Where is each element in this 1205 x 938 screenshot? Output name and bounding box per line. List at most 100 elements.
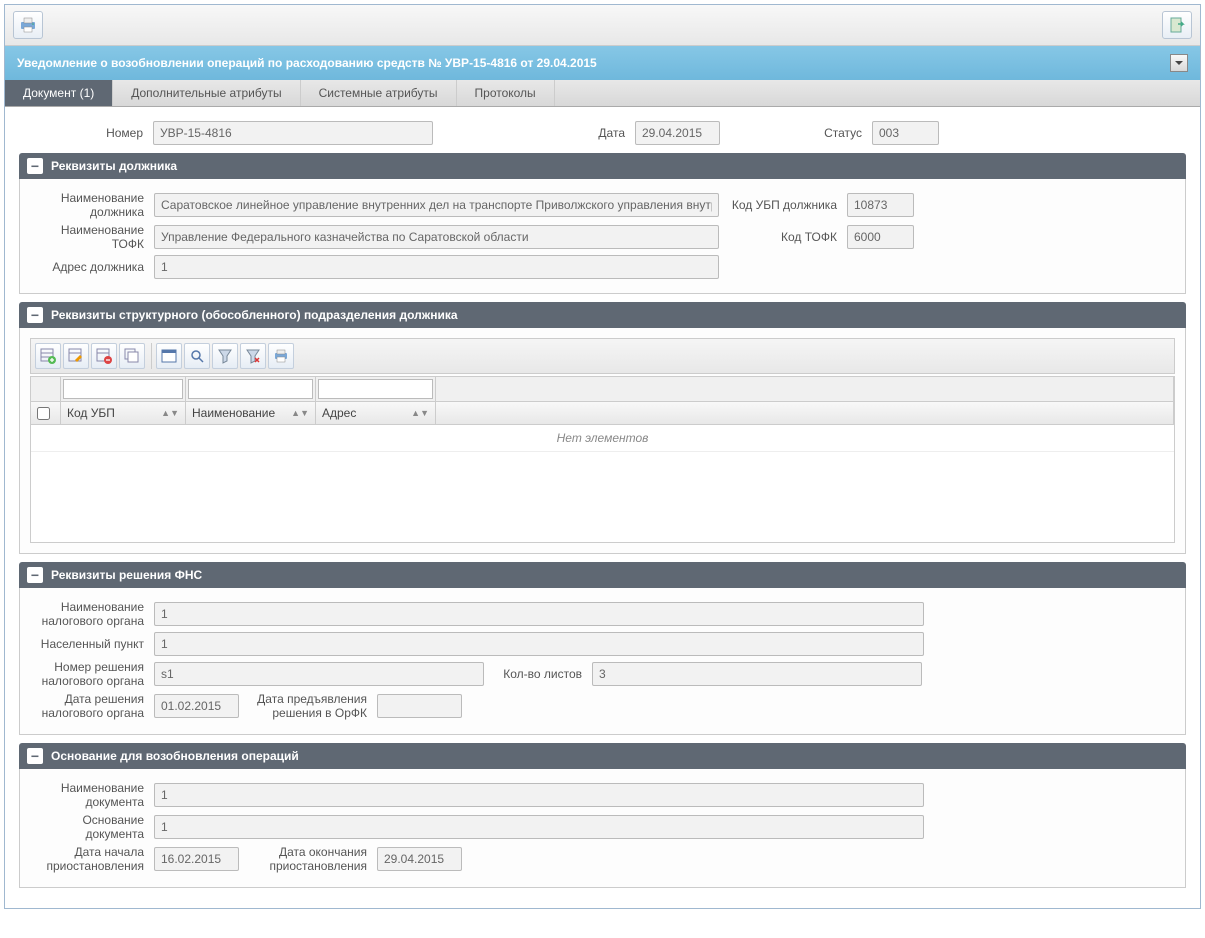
number-label: Номер	[19, 126, 149, 140]
basis-start-date-label: Дата начала приостановления	[30, 845, 150, 873]
filter-addr-input[interactable]	[318, 379, 433, 399]
date-label: Дата	[591, 126, 631, 140]
fns-org-name-field[interactable]	[154, 602, 924, 626]
basis-end-date-field[interactable]	[377, 847, 462, 871]
tab-bar: Документ (1) Дополнительные атрибуты Сис…	[5, 80, 1200, 107]
funnel-clear-icon	[245, 348, 261, 364]
basis-doc-basis-field[interactable]	[154, 815, 924, 839]
section-fns-header: − Реквизиты решения ФНС	[19, 562, 1186, 588]
fns-org-name-label: Наименование налогового органа	[30, 600, 150, 628]
fns-decision-num-field[interactable]	[154, 662, 484, 686]
grid-filter-button[interactable]	[212, 343, 238, 369]
collapse-basis-button[interactable]: −	[27, 748, 43, 764]
debtor-ubp-code-field[interactable]	[847, 193, 914, 217]
grid-add-button[interactable]	[35, 343, 61, 369]
grid-col-name[interactable]: Наименование▲▼	[186, 402, 316, 424]
section-fns-title: Реквизиты решения ФНС	[51, 568, 202, 582]
tofk-name-field[interactable]	[154, 225, 719, 249]
fns-submit-date-label: Дата предъявления решения в ОрФК	[243, 692, 373, 720]
printer-small-icon	[273, 349, 289, 363]
tofk-name-label: Наименование ТОФК	[30, 223, 150, 251]
grid-toolbar	[30, 338, 1175, 374]
filter-name-input[interactable]	[188, 379, 313, 399]
export-button[interactable]	[1162, 11, 1192, 39]
fns-locality-label: Населенный пункт	[30, 637, 150, 651]
basis-start-date-field[interactable]	[154, 847, 239, 871]
section-basis-header: − Основание для возобновления операций	[19, 743, 1186, 769]
content-area: Номер Дата Статус − Реквизиты должника Н…	[5, 107, 1200, 908]
window-title: Уведомление о возобновлении операций по …	[17, 56, 597, 70]
section-basis-title: Основание для возобновления операций	[51, 749, 299, 763]
grid-calendar-button[interactable]	[156, 343, 182, 369]
tab-document[interactable]: Документ (1)	[5, 80, 113, 106]
tofk-code-label: Код ТОФК	[723, 230, 843, 244]
fns-locality-field[interactable]	[154, 632, 924, 656]
chevron-down-icon	[1175, 61, 1183, 66]
section-debtor-title: Реквизиты должника	[51, 159, 177, 173]
grid-col-ubp[interactable]: Код УБП▲▼	[61, 402, 186, 424]
number-field[interactable]	[153, 121, 433, 145]
funnel-icon	[217, 348, 233, 364]
fns-sheets-label: Кол-во листов	[488, 667, 588, 681]
debtor-address-field[interactable]	[154, 255, 719, 279]
section-fns-body: Наименование налогового органа Населенны…	[19, 588, 1186, 735]
debtor-address-label: Адрес должника	[30, 260, 150, 274]
fns-submit-date-field[interactable]	[377, 694, 462, 718]
table-delete-icon	[96, 348, 112, 364]
grid-search-button[interactable]	[184, 343, 210, 369]
basis-doc-name-field[interactable]	[154, 783, 924, 807]
fns-decision-num-label: Номер решения налогового органа	[30, 660, 150, 688]
tofk-code-field[interactable]	[847, 225, 914, 249]
basis-doc-basis-label: Основание документа	[30, 813, 150, 841]
grid-body	[31, 452, 1174, 542]
grid-select-all-checkbox[interactable]	[37, 407, 50, 420]
top-toolbar	[5, 5, 1200, 46]
collapse-debtor-button[interactable]: −	[27, 158, 43, 174]
grid-copy-button[interactable]	[119, 343, 145, 369]
debtor-name-field[interactable]	[154, 193, 719, 217]
fns-sheets-field[interactable]	[592, 662, 922, 686]
status-label: Статус	[818, 126, 868, 140]
printer-icon	[19, 17, 37, 33]
grid-edit-button[interactable]	[63, 343, 89, 369]
status-field[interactable]	[872, 121, 939, 145]
table-add-icon	[40, 348, 56, 364]
search-icon	[189, 348, 205, 364]
date-field[interactable]	[635, 121, 720, 145]
calendar-icon	[161, 348, 177, 364]
grid-col-addr[interactable]: Адрес▲▼	[316, 402, 436, 424]
grid-delete-button[interactable]	[91, 343, 117, 369]
collapse-subdiv-button[interactable]: −	[27, 307, 43, 323]
title-dropdown-button[interactable]	[1170, 54, 1188, 72]
header-fields-row: Номер Дата Статус	[19, 121, 1186, 145]
tab-protocols[interactable]: Протоколы	[457, 80, 555, 106]
table-edit-icon	[68, 348, 84, 364]
tab-system-attrs[interactable]: Системные атрибуты	[301, 80, 457, 106]
app-window: Уведомление о возобновлении операций по …	[4, 4, 1201, 909]
grid-filter-row	[31, 377, 1174, 402]
collapse-fns-button[interactable]: −	[27, 567, 43, 583]
fns-decision-date-field[interactable]	[154, 694, 239, 718]
basis-doc-name-label: Наименование документа	[30, 781, 150, 809]
section-subdiv-title: Реквизиты структурного (обособленного) п…	[51, 308, 458, 322]
title-bar: Уведомление о возобновлении операций по …	[5, 46, 1200, 80]
section-debtor-body: Наименование должника Код УБП должника Н…	[19, 179, 1186, 294]
debtor-ubp-code-label: Код УБП должника	[723, 198, 843, 212]
grid-filter-clear-button[interactable]	[240, 343, 266, 369]
table-copy-icon	[124, 348, 140, 364]
export-icon	[1168, 16, 1186, 34]
section-basis-body: Наименование документа Основание докумен…	[19, 769, 1186, 888]
grid-print-button[interactable]	[268, 343, 294, 369]
filter-ubp-input[interactable]	[63, 379, 183, 399]
debtor-name-label: Наименование должника	[30, 191, 150, 219]
section-subdiv-body: Код УБП▲▼ Наименование▲▼ Адрес▲▼ Нет эле…	[19, 328, 1186, 554]
print-button[interactable]	[13, 11, 43, 39]
subdiv-grid: Код УБП▲▼ Наименование▲▼ Адрес▲▼ Нет эле…	[30, 376, 1175, 543]
section-subdiv-header: − Реквизиты структурного (обособленного)…	[19, 302, 1186, 328]
section-debtor-header: − Реквизиты должника	[19, 153, 1186, 179]
basis-end-date-label: Дата окончания приостановления	[243, 845, 373, 873]
grid-empty-text: Нет элементов	[31, 425, 1174, 452]
grid-header-row: Код УБП▲▼ Наименование▲▼ Адрес▲▼	[31, 402, 1174, 425]
tab-additional-attrs[interactable]: Дополнительные атрибуты	[113, 80, 300, 106]
fns-decision-date-label: Дата решения налогового органа	[30, 692, 150, 720]
